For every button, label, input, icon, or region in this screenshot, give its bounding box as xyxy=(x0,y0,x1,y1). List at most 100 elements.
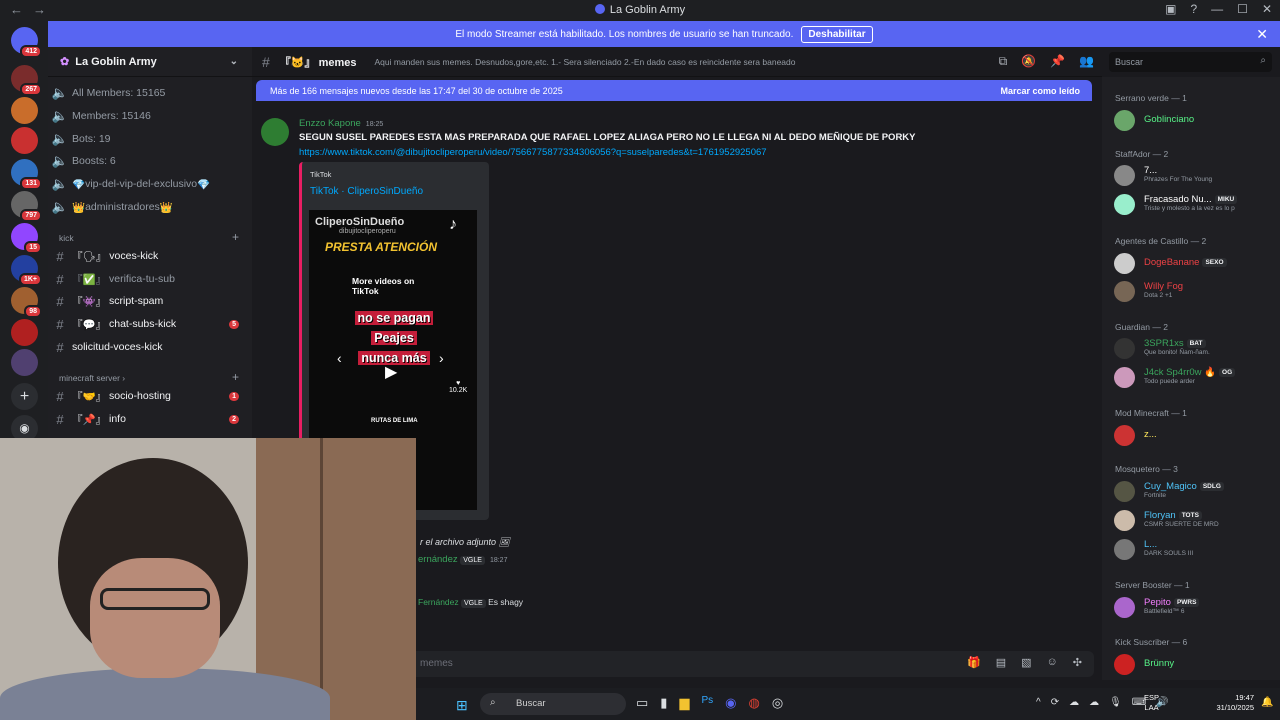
gif-icon[interactable]: ▤ xyxy=(996,656,1006,669)
member-item[interactable]: Cuy_Magico SDLG Fortnite xyxy=(1114,479,1274,503)
threads-icon[interactable]: ⧉ xyxy=(999,54,1008,69)
member-item[interactable]: Floryan TOTS CSMR SUERTE DE MRD xyxy=(1114,508,1274,532)
search-input[interactable]: Buscar ⌕ xyxy=(1109,52,1272,72)
photoshop-icon[interactable]: Ps xyxy=(701,695,713,711)
mic-icon[interactable]: 🎙 xyxy=(1109,697,1122,708)
cloud-icon[interactable]: ☁ xyxy=(1069,697,1079,708)
channel-topic[interactable]: Aqui manden sus memes. Desnudos,gore,etc… xyxy=(374,57,795,67)
user-tag: VGLE xyxy=(460,556,485,565)
server-icon[interactable] xyxy=(11,319,38,346)
server-icon[interactable]: 797 xyxy=(11,191,42,222)
embed-title[interactable]: TikTok · CliperoSinDueño xyxy=(310,186,423,197)
close-icon[interactable]: ✕ xyxy=(1256,26,1268,43)
server-icon[interactable]: 98 xyxy=(11,287,42,318)
member-item[interactable]: Pepito PWRS Battlefield™ 6 xyxy=(1114,595,1274,619)
sticker-icon[interactable]: ▧ xyxy=(1021,656,1031,669)
add-channel-icon[interactable]: + xyxy=(232,230,239,244)
mute-bell-icon[interactable]: 🔕 xyxy=(1021,54,1036,69)
onedrive-icon[interactable]: ☁ xyxy=(1089,697,1099,708)
inbox-icon[interactable]: ▣ xyxy=(1165,2,1176,16)
channel-script-spam[interactable]: # 『👾』 script-spam xyxy=(48,290,252,312)
server-icon[interactable]: 131 xyxy=(11,159,42,190)
channel-chat-subs-kick[interactable]: # 『💬』 chat-subs-kick 5 xyxy=(48,313,252,335)
user-tag: SDLG xyxy=(1199,482,1224,491)
member-item[interactable]: J4ck Sp4rr0w 🔥 OG Todo puede arder xyxy=(1114,365,1274,389)
sync-icon[interactable]: ⟳ xyxy=(1051,697,1059,708)
clock[interactable]: 19:47 31/10/2025 xyxy=(1208,693,1254,713)
server-header[interactable]: ✿ La Goblin Army ⌄ xyxy=(48,47,252,77)
member-item[interactable]: Fracasado Nu... MIKU Triste y molesto a la… xyxy=(1114,192,1274,216)
member-item[interactable]: Goblinciano xyxy=(1114,108,1274,132)
member-item[interactable]: z... xyxy=(1114,423,1274,447)
server-icon[interactable] xyxy=(11,97,38,124)
next-arrow-icon[interactable]: › xyxy=(439,350,444,366)
mention-badge: 5 xyxy=(229,319,239,329)
notification-icon[interactable]: 🔔 xyxy=(1261,697,1273,708)
add-server-icon[interactable]: + xyxy=(11,383,38,410)
hash-icon: # xyxy=(56,271,64,287)
file-explorer-icon[interactable]: ▆ xyxy=(679,695,689,711)
close-button[interactable]: ✕ xyxy=(1262,2,1272,16)
voice-channel-admins[interactable]: 🔈 👑 administradores 👑 xyxy=(48,196,252,218)
members-icon[interactable]: 👥 xyxy=(1079,54,1094,69)
chevron-up-icon[interactable]: ^ xyxy=(1036,697,1041,708)
server-icon[interactable]: 267 xyxy=(11,65,42,96)
user-tag: MIKU xyxy=(1214,195,1238,204)
new-messages-bar[interactable]: Más de 166 mensajes nuevos desde las 17:… xyxy=(256,80,1092,101)
category-kick[interactable]: kick + xyxy=(59,230,239,244)
server-icon[interactable] xyxy=(11,127,38,154)
video-label: RUTAS DE LIMA xyxy=(371,418,418,424)
message-author[interactable]: Enzzo Kapone 18:25 xyxy=(299,118,383,129)
server-icon[interactable] xyxy=(11,349,38,376)
attachment-notice[interactable]: r el archivo adjunto 🖼 xyxy=(420,537,510,548)
member-item[interactable]: Willy Fog Dota 2 +1 xyxy=(1114,279,1274,303)
member-item[interactable]: 7... Phrazes For The Young xyxy=(1114,163,1274,187)
tiktok-logo-icon: ♪ xyxy=(449,216,457,233)
chrome-icon[interactable]: ◍ xyxy=(748,695,759,711)
composer-tools: 🎁 ▤ ▧ ☺ ✣ xyxy=(967,656,1082,669)
member-item[interactable]: 3SPR1xs BAT Que bonito! Ñam-ñam. xyxy=(1114,336,1274,360)
message-link[interactable]: https://www.tiktok.com/@dibujitocliperop… xyxy=(299,147,767,158)
member-item[interactable]: L... DARK SOULS III xyxy=(1114,537,1274,561)
like-count[interactable]: ♥ 10.2K xyxy=(449,380,467,394)
add-channel-icon[interactable]: + xyxy=(232,370,239,384)
help-icon[interactable]: ? xyxy=(1190,2,1197,16)
disable-streamer-button[interactable]: Deshabilitar xyxy=(801,25,873,43)
app-icon[interactable]: ▮ xyxy=(660,695,667,711)
channel-socio-hosting[interactable]: # 『🤝』 socio-hosting 1 xyxy=(48,385,252,407)
member-item[interactable]: DogeBanane SEXO xyxy=(1114,251,1274,275)
task-view-icon[interactable]: ▭ xyxy=(636,695,648,711)
reply-author[interactable]: ernández VGLE 18:27 xyxy=(418,554,507,565)
dm-home-icon[interactable]: 412 xyxy=(11,27,42,58)
minimize-button[interactable]: — xyxy=(1211,2,1223,16)
obs-icon[interactable]: ◎ xyxy=(772,695,783,711)
emoji-icon[interactable]: ☺ xyxy=(1047,656,1058,669)
hash-icon: # xyxy=(56,339,64,355)
pin-icon[interactable]: 📌 xyxy=(1050,54,1065,69)
server-icon[interactable]: 15 xyxy=(11,223,42,254)
taskbar-search[interactable]: ⌕ Buscar xyxy=(480,693,626,715)
avatar[interactable] xyxy=(261,118,289,146)
more-videos-link[interactable]: More videos on TikTok xyxy=(352,276,432,296)
server-icon[interactable]: 1K+ xyxy=(11,255,42,286)
category-minecraft[interactable]: minecraft server › + xyxy=(59,370,239,384)
voice-channel-vip[interactable]: 🔈 💎 vip-del-vip-del-exclusivo 💎 xyxy=(48,173,252,195)
taskbar: ⊞ ⌕ Buscar ▭ ▮ ▆ Ps ◉ ◍ ◎ ^ ⟳ ☁ ☁ 🎙 ⌨ 🔊 E… xyxy=(416,688,1280,720)
discord-icon[interactable]: ◉ xyxy=(725,695,736,711)
language-indicator[interactable]: ESP LAA xyxy=(1144,693,1159,713)
apps-icon[interactable]: ✣ xyxy=(1073,656,1082,669)
channel-solicitud-voces-kick[interactable]: # solicitud-voces-kick xyxy=(48,336,252,358)
channel-voces-kick[interactable]: # 『🗣』 voces-kick xyxy=(48,245,252,267)
channel-verifica-tu-sub[interactable]: # 『✅』 verifica-tu-sub xyxy=(48,268,252,290)
windows-start-icon[interactable]: ⊞ xyxy=(456,697,468,714)
avatar xyxy=(1114,194,1135,215)
embed-provider[interactable]: TikTok xyxy=(310,170,331,179)
maximize-button[interactable]: ☐ xyxy=(1237,2,1248,16)
mark-read-button[interactable]: Marcar como leído xyxy=(1000,86,1080,96)
reply-author[interactable]: Fernández VGLE Es shagy xyxy=(418,597,523,608)
gift-icon[interactable]: 🎁 xyxy=(967,656,981,669)
play-icon[interactable]: ▶ xyxy=(385,362,397,382)
prev-arrow-icon[interactable]: ‹ xyxy=(337,350,342,366)
member-item[interactable]: Brünny xyxy=(1114,652,1274,676)
channel-info[interactable]: # 『📌』 info 2 xyxy=(48,408,252,430)
